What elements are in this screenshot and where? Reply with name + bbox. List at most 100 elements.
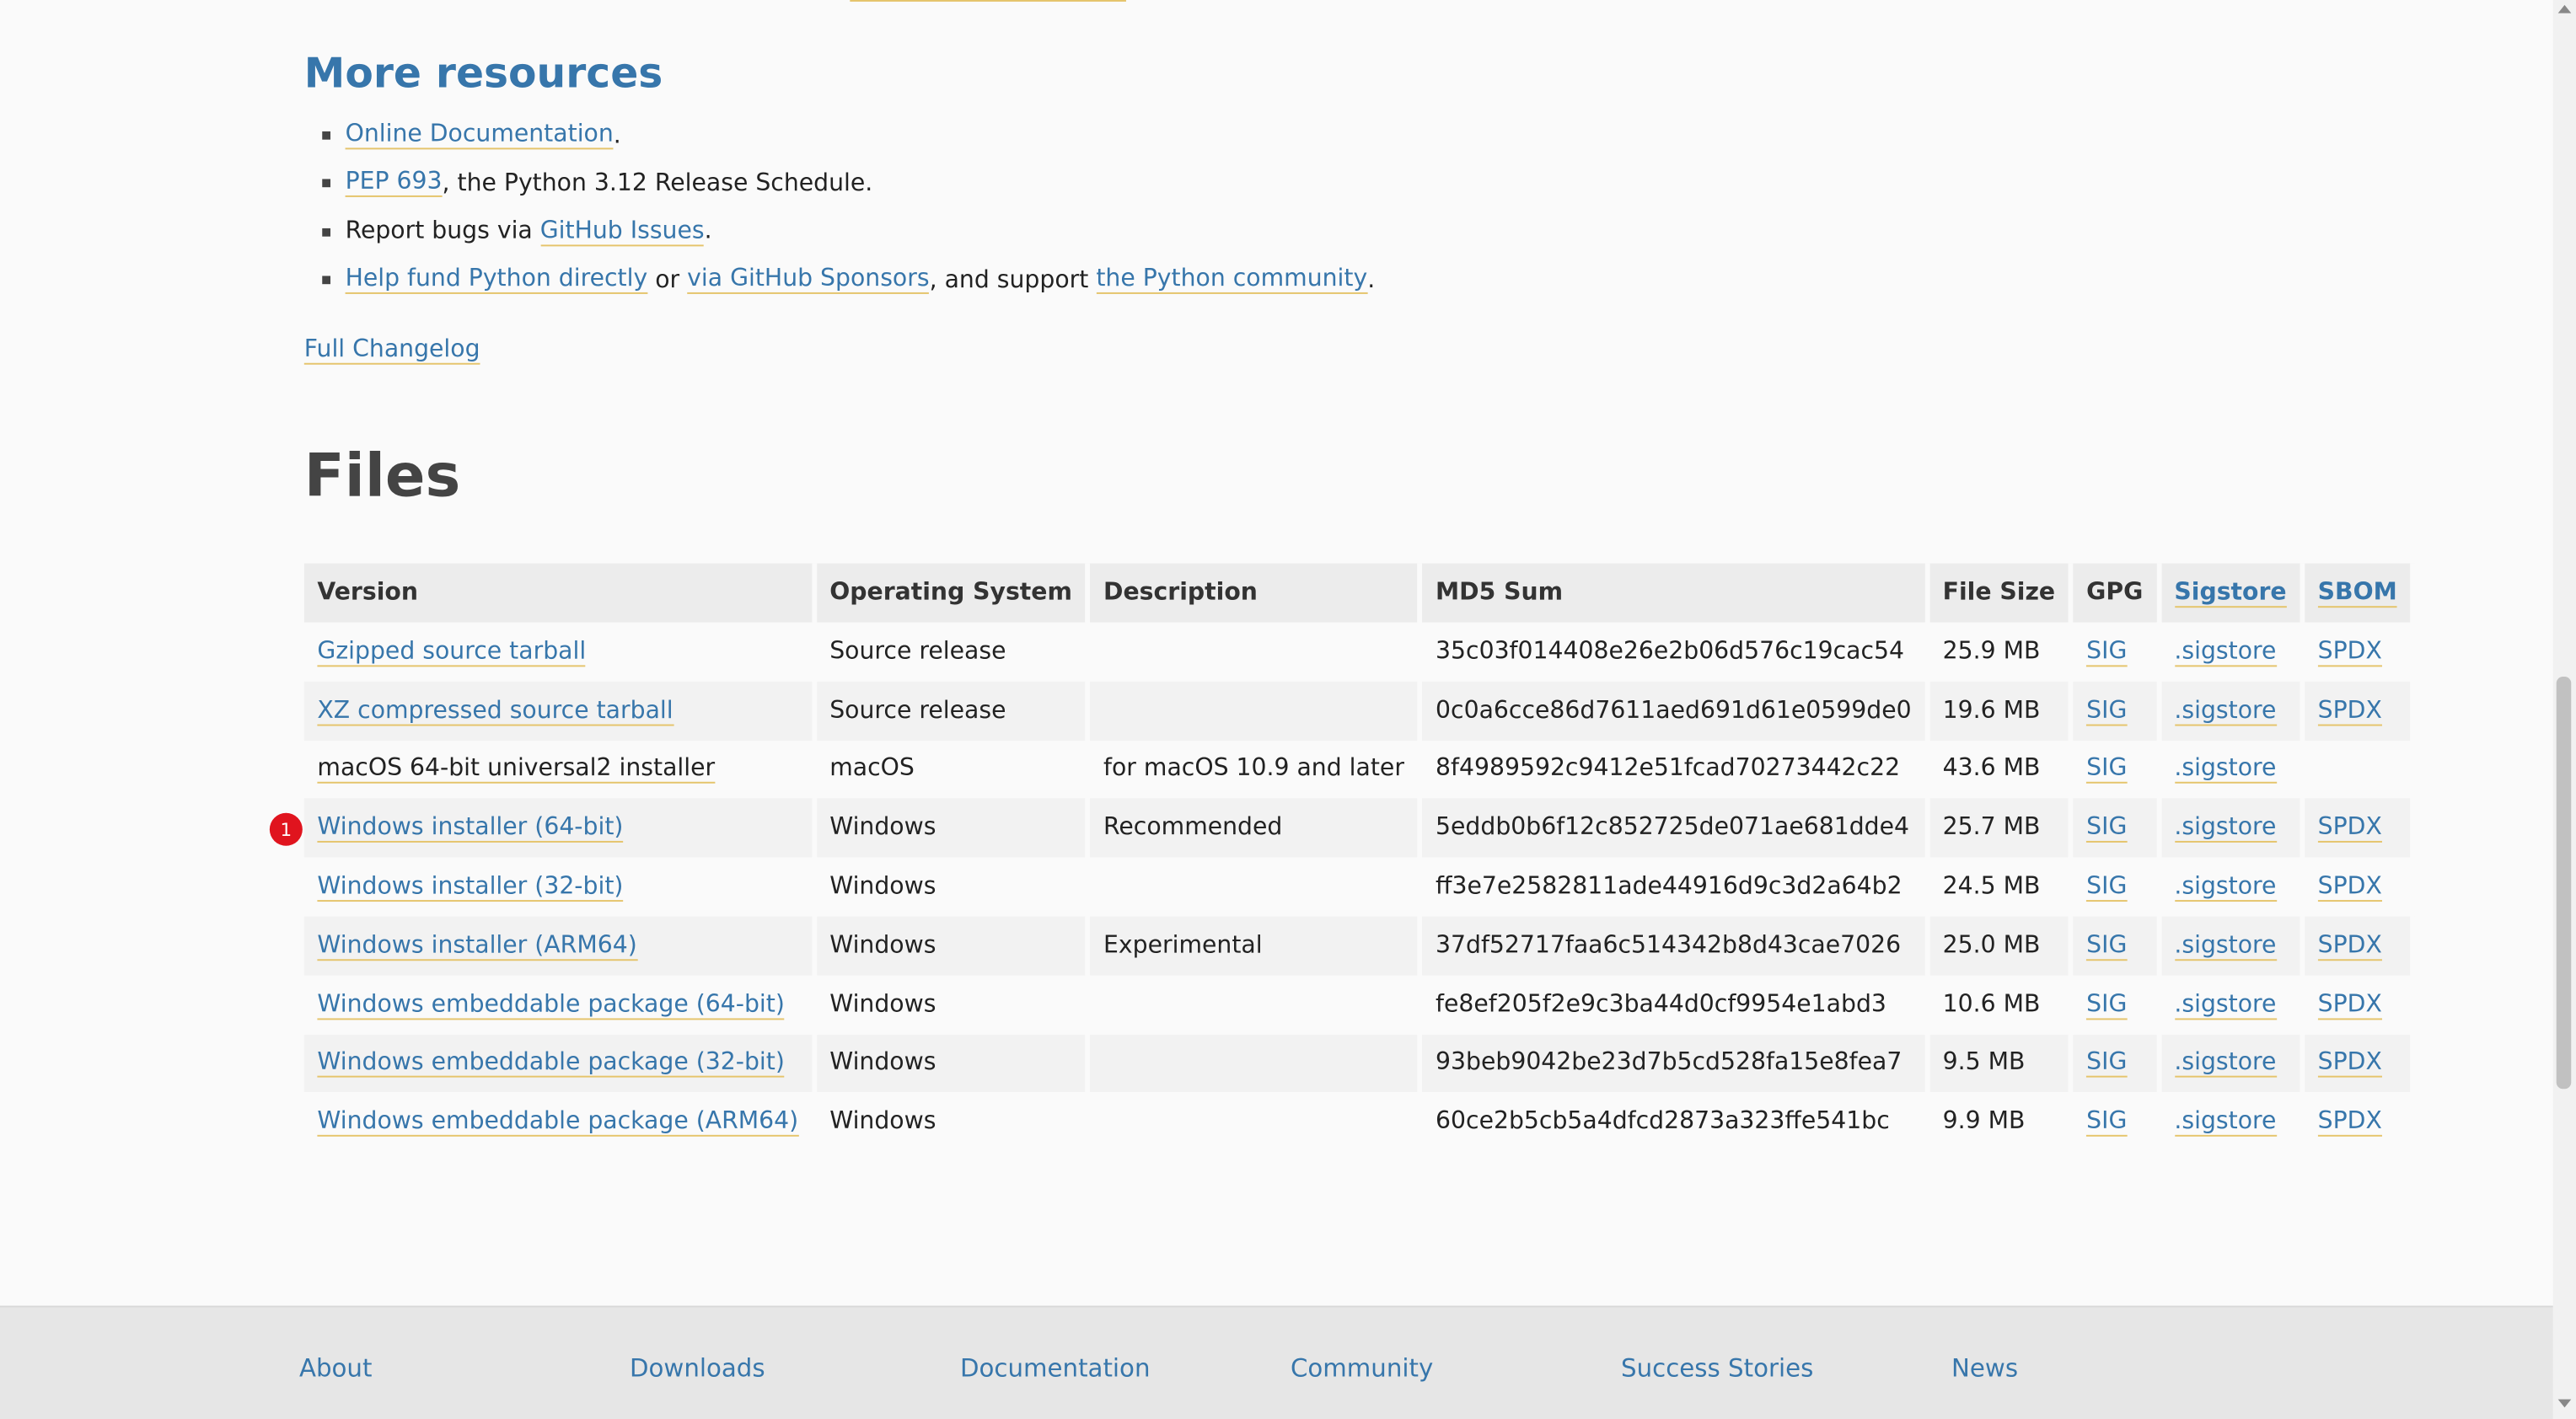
sigstore-link[interactable]: .sigstore xyxy=(2174,815,2277,843)
gpg-sig-link[interactable]: SIG xyxy=(2086,756,2127,784)
sbom-spdx-link[interactable]: SPDX xyxy=(2317,874,2382,902)
list-text: . xyxy=(613,122,621,149)
sbom-spdx-link[interactable]: SPDX xyxy=(2317,1109,2382,1138)
help-fund-link[interactable]: Help fund Python directly xyxy=(345,266,648,294)
version-cell[interactable]: Windows embeddable package (32-bit) xyxy=(303,1034,817,1093)
gpg-sig-cell[interactable]: SIG xyxy=(2073,975,2161,1035)
sbom-spdx-cell[interactable]: SPDX xyxy=(2305,975,2416,1035)
gpg-sig-cell[interactable]: SIG xyxy=(2073,916,2161,976)
version-cell[interactable]: Windows installer (32-bit) xyxy=(303,857,817,917)
sigstore-cell[interactable]: .sigstore xyxy=(2160,975,2305,1035)
footer-news-link[interactable]: News xyxy=(1951,1353,2018,1383)
os-cell: macOS xyxy=(816,740,1091,800)
sigstore-link[interactable]: .sigstore xyxy=(2174,697,2277,726)
sbom-spdx-link[interactable]: SPDX xyxy=(2317,932,2382,961)
gpg-sig-cell[interactable]: SIG xyxy=(2073,1092,2161,1152)
sbom-spdx-cell[interactable]: SPDX xyxy=(2305,857,2416,917)
version-link[interactable]: Windows installer (64-bit) xyxy=(317,815,623,843)
sigstore-link[interactable]: .sigstore xyxy=(2174,932,2277,961)
gpg-sig-link[interactable]: SIG xyxy=(2086,1109,2127,1138)
footer-about-link[interactable]: About xyxy=(299,1353,373,1383)
gpg-sig-cell[interactable]: SIG xyxy=(2073,1034,2161,1093)
gpg-sig-link[interactable]: SIG xyxy=(2086,697,2127,726)
footer-downloads-link[interactable]: Downloads xyxy=(630,1353,765,1383)
sbom-spdx-link[interactable]: SPDX xyxy=(2317,815,2382,843)
footer-community-link[interactable]: Community xyxy=(1291,1353,1433,1383)
column-header-sbom[interactable]: SBOM xyxy=(2305,563,2416,623)
sbom-spdx-cell[interactable]: SPDX xyxy=(2305,916,2416,976)
python-community-link[interactable]: the Python community xyxy=(1096,266,1368,294)
online-documentation-link[interactable]: Online Documentation xyxy=(345,122,614,150)
scroll-up-arrow-icon[interactable] xyxy=(2557,4,2572,13)
sigstore-link[interactable]: .sigstore xyxy=(2174,756,2277,784)
scroll-down-arrow-icon[interactable] xyxy=(2557,1399,2572,1408)
gpg-sig-link[interactable]: SIG xyxy=(2086,991,2127,1020)
sigstore-cell[interactable]: .sigstore xyxy=(2160,1092,2305,1152)
version-cell[interactable]: XZ compressed source tarball xyxy=(303,681,817,741)
version-link[interactable]: XZ compressed source tarball xyxy=(317,697,674,726)
sigstore-link[interactable]: .sigstore xyxy=(2174,874,2277,902)
annotation-badge: 1 xyxy=(269,812,303,846)
version-link[interactable]: Windows embeddable package (32-bit) xyxy=(317,1050,785,1079)
footer-documentation-link[interactable]: Documentation xyxy=(960,1353,1151,1383)
sbom-spdx-link[interactable]: SPDX xyxy=(2317,639,2382,667)
gpg-sig-link[interactable]: SIG xyxy=(2086,932,2127,961)
sigstore-cell[interactable]: .sigstore xyxy=(2160,857,2305,917)
github-sponsors-link[interactable]: via GitHub Sponsors xyxy=(687,266,930,294)
gpg-sig-cell[interactable]: SIG xyxy=(2073,740,2161,800)
sigstore-cell[interactable]: .sigstore xyxy=(2160,622,2305,682)
version-cell[interactable]: Windows installer (ARM64) xyxy=(303,916,817,976)
sigstore-cell[interactable]: .sigstore xyxy=(2160,740,2305,800)
version-link[interactable]: Windows installer (32-bit) xyxy=(317,874,623,902)
sbom-header-link[interactable]: SBOM xyxy=(2317,580,2397,608)
scrollbar-thumb[interactable] xyxy=(2556,677,2572,1090)
version-cell[interactable]: macOS 64-bit universal2 installer xyxy=(303,740,817,800)
gpg-sig-link[interactable]: SIG xyxy=(2086,639,2127,667)
sigstore-cell[interactable]: .sigstore xyxy=(2160,916,2305,976)
full-changelog-link[interactable]: Full Changelog xyxy=(303,336,480,365)
gpg-sig-link[interactable]: SIG xyxy=(2086,815,2127,843)
footer-success-stories-link[interactable]: Success Stories xyxy=(1621,1353,1813,1383)
gpg-sig-link[interactable]: SIG xyxy=(2086,874,2127,902)
gpg-sig-cell[interactable]: SIG xyxy=(2073,681,2161,741)
gpg-sig-cell[interactable]: SIG xyxy=(2073,799,2161,858)
column-header-sigstore[interactable]: Sigstore xyxy=(2160,563,2305,623)
md5-cell: 5eddb0b6f12c852725de071ae681dde4 xyxy=(1436,815,1909,842)
pep-693-link[interactable]: PEP 693 xyxy=(345,170,443,198)
sbom-spdx-cell[interactable]: SPDX xyxy=(2305,1092,2416,1152)
md5-cell: 0c0a6cce86d7611aed691d61e0599de0 xyxy=(1436,697,1912,724)
gpg-sig-link[interactable]: SIG xyxy=(2086,1050,2127,1079)
sbom-spdx-link[interactable]: SPDX xyxy=(2317,1050,2382,1079)
sbom-spdx-cell[interactable]: SPDX xyxy=(2305,681,2416,741)
os-cell: Windows xyxy=(816,916,1091,976)
sigstore-header-link[interactable]: Sigstore xyxy=(2174,580,2287,608)
version-cell[interactable]: Windows installer (64-bit) xyxy=(303,799,817,858)
sbom-spdx-link[interactable]: SPDX xyxy=(2317,991,2382,1020)
version-cell[interactable]: Gzipped source tarball xyxy=(303,622,817,682)
version-link[interactable]: Windows embeddable package (ARM64) xyxy=(317,1109,798,1138)
sigstore-link[interactable]: .sigstore xyxy=(2174,991,2277,1020)
sigstore-link[interactable]: .sigstore xyxy=(2174,639,2277,667)
version-link[interactable]: Windows installer (ARM64) xyxy=(317,932,637,961)
os-cell: Windows xyxy=(829,874,936,901)
version-cell[interactable]: Windows embeddable package (64-bit) xyxy=(303,975,817,1035)
gpg-sig-cell[interactable]: SIG xyxy=(2073,857,2161,917)
version-cell[interactable]: Windows embeddable package (ARM64) xyxy=(303,1092,817,1152)
github-issues-link[interactable]: GitHub Issues xyxy=(539,218,705,246)
sigstore-cell[interactable]: .sigstore xyxy=(2160,681,2305,741)
vertical-scrollbar[interactable] xyxy=(2552,0,2576,1419)
sigstore-link[interactable]: .sigstore xyxy=(2174,1050,2277,1079)
sigstore-link[interactable]: .sigstore xyxy=(2174,1109,2277,1138)
version-link[interactable]: macOS 64-bit universal2 installer xyxy=(317,756,716,784)
sbom-spdx-cell[interactable]: SPDX xyxy=(2305,1034,2416,1093)
sbom-spdx-cell[interactable] xyxy=(2305,740,2416,800)
sigstore-cell[interactable]: .sigstore xyxy=(2160,1034,2305,1093)
version-link[interactable]: Windows embeddable package (64-bit) xyxy=(317,991,785,1020)
sbom-spdx-cell[interactable]: SPDX xyxy=(2305,799,2416,858)
sbom-spdx-cell[interactable]: SPDX xyxy=(2305,622,2416,682)
sigstore-cell[interactable]: .sigstore xyxy=(2160,799,2305,858)
list-text: , the Python 3.12 Release Schedule. xyxy=(442,170,873,197)
sbom-spdx-link[interactable]: SPDX xyxy=(2317,697,2382,726)
gpg-sig-cell[interactable]: SIG xyxy=(2073,622,2161,682)
version-link[interactable]: Gzipped source tarball xyxy=(317,639,586,667)
